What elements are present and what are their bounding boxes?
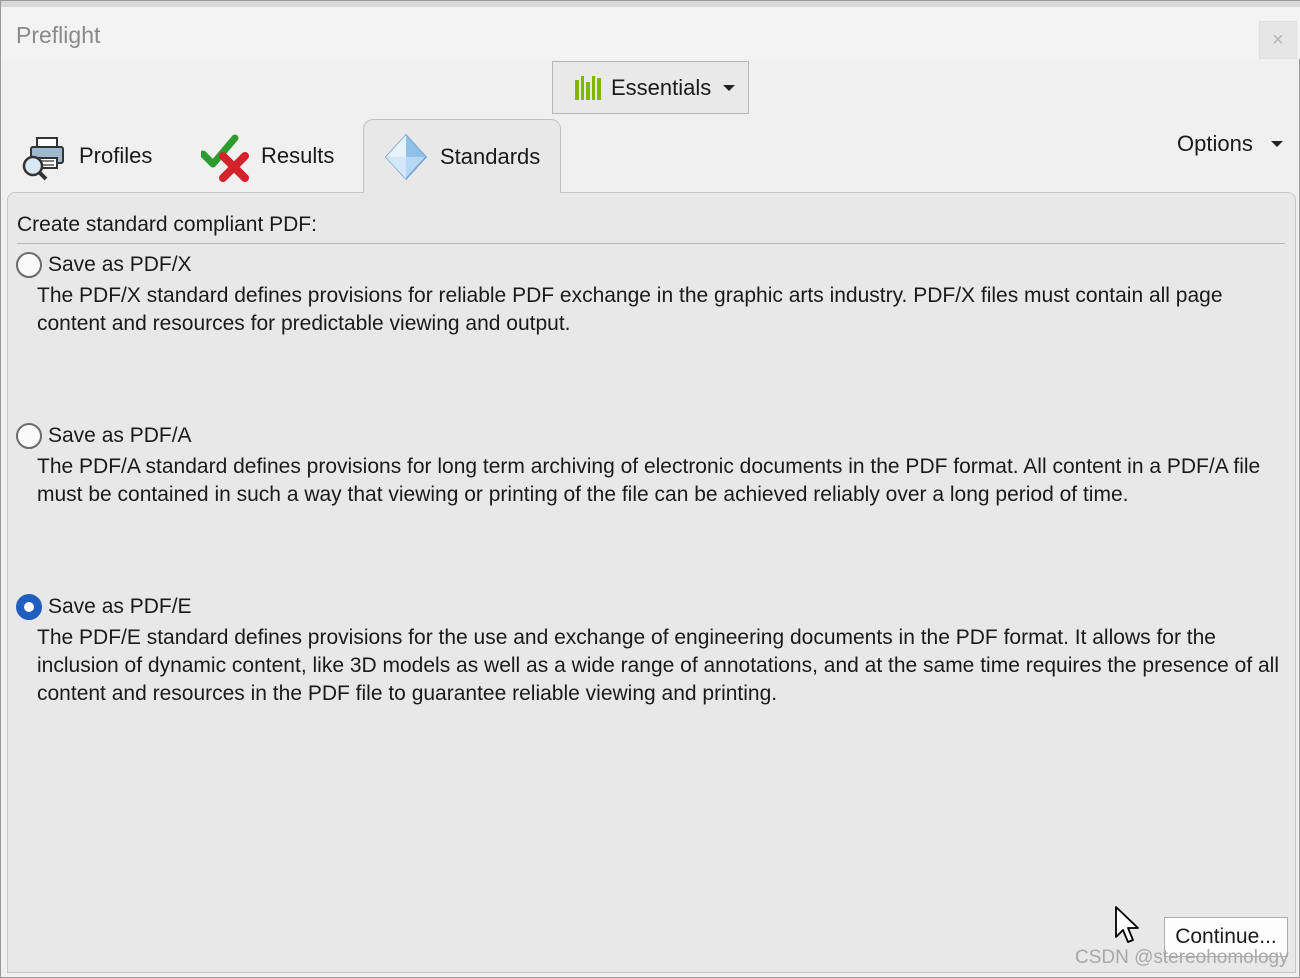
title-bar: Preflight × (2, 7, 1300, 59)
chevron-down-icon (723, 84, 736, 91)
radio-button[interactable] (16, 423, 42, 449)
preflight-dialog: Preflight × Essentials Profiles Results (0, 0, 1300, 978)
tab-profiles-label: Profiles (79, 143, 153, 168)
radio-button-selected[interactable] (16, 594, 42, 620)
tab-standards-label: Standards (440, 143, 541, 169)
tab-profiles[interactable]: Profiles (19, 119, 189, 193)
radio-pdfa[interactable]: Save as PDF/A (16, 421, 1291, 451)
radio-label: Save as PDF/A (48, 424, 192, 447)
radio-label: Save as PDF/E (48, 595, 192, 618)
workspace-label: Essentials (611, 74, 712, 100)
tab-standards[interactable]: Standards (363, 119, 561, 193)
close-icon: × (1272, 28, 1284, 51)
printer-magnifier-icon (22, 137, 64, 181)
radio-pdfe[interactable]: Save as PDF/E (16, 592, 1291, 622)
divider (17, 243, 1285, 244)
options-label: Options (1177, 131, 1253, 156)
window-title: Preflight (16, 22, 101, 48)
option-pdfe: Save as PDF/E The PDF/E standard defines… (16, 592, 1291, 708)
option-description: The PDF/A standard defines provisions fo… (37, 455, 1261, 506)
continue-label: Continue... (1175, 925, 1277, 948)
watermark: CSDN @stereohomology (1075, 947, 1289, 968)
radio-pdfx[interactable]: Save as PDF/X (16, 250, 1291, 280)
option-description: The PDF/X standard defines provisions fo… (37, 284, 1223, 335)
workspace-dropdown[interactable]: Essentials (552, 61, 749, 114)
panel-heading: Create standard compliant PDF: (17, 213, 317, 236)
mouse-pointer-icon (1115, 906, 1139, 943)
option-description: The PDF/E standard defines provisions fo… (37, 626, 1280, 705)
option-pdfx: Save as PDF/X The PDF/X standard defines… (16, 250, 1291, 338)
tab-results-label: Results (261, 143, 335, 168)
radio-button[interactable] (16, 252, 42, 278)
chevron-down-icon (1270, 141, 1283, 147)
check-cross-icon (201, 134, 249, 182)
close-button[interactable]: × (1259, 21, 1297, 59)
radio-label: Save as PDF/X (48, 253, 192, 276)
tab-results[interactable]: Results (201, 119, 361, 193)
options-menu[interactable]: Options (1177, 131, 1283, 157)
diamond-icon (384, 133, 428, 180)
standards-panel: Create standard compliant PDF: Save as P… (7, 192, 1296, 973)
option-pdfa: Save as PDF/A The PDF/A standard defines… (16, 421, 1291, 509)
bar-chart-icon (575, 75, 601, 100)
